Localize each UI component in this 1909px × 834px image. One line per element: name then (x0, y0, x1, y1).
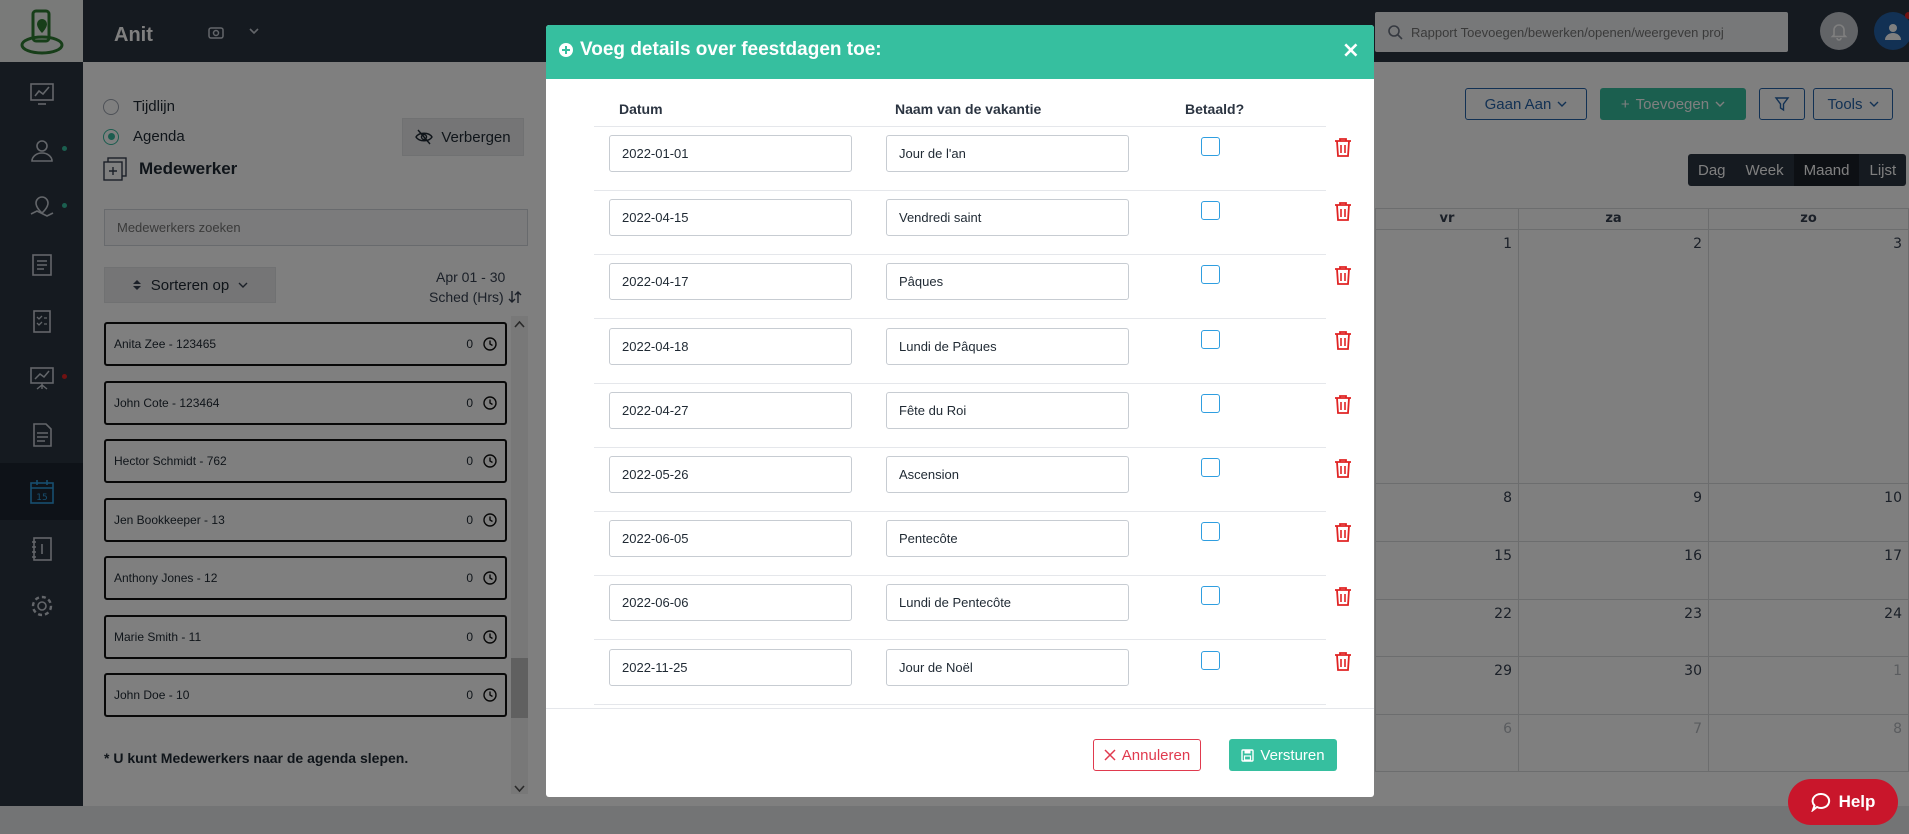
plus-circle-icon (559, 43, 573, 57)
footer-divider (546, 708, 1374, 709)
holiday-date-input[interactable] (609, 584, 852, 622)
holiday-row (594, 127, 1351, 191)
trash-icon[interactable] (1334, 330, 1352, 350)
submit-button[interactable]: Versturen (1229, 739, 1337, 771)
holiday-row (594, 641, 1351, 705)
trash-icon[interactable] (1334, 586, 1352, 607)
holiday-date-input[interactable] (609, 135, 852, 172)
holiday-modal: Voeg details over feestdagen toe: × Datu… (546, 25, 1374, 797)
holiday-row (594, 320, 1351, 384)
trash-icon[interactable] (1334, 201, 1352, 222)
modal-title: Voeg details over feestdagen toe: (558, 39, 882, 61)
trash-icon[interactable] (1334, 522, 1352, 543)
holiday-row (594, 384, 1351, 448)
column-header-date: Datum (619, 101, 663, 117)
holiday-name-input[interactable] (886, 327, 1129, 365)
help-button[interactable]: Help (1788, 779, 1898, 825)
holiday-name-input[interactable] (886, 135, 1129, 172)
chat-bubble-icon (1810, 792, 1830, 812)
holiday-row (594, 512, 1351, 577)
holiday-name-input[interactable] (886, 648, 1129, 686)
holiday-name-input[interactable] (886, 520, 1129, 558)
paid-checkbox[interactable] (1201, 265, 1220, 285)
trash-icon[interactable] (1334, 265, 1352, 286)
cancel-button[interactable]: Annuleren (1093, 739, 1201, 771)
cancel-label: Annuleren (1121, 746, 1191, 764)
trash-icon[interactable] (1334, 394, 1352, 414)
column-header-paid: Betaald? (1185, 101, 1245, 117)
modal-header: Voeg details over feestdagen toe: × (546, 25, 1374, 79)
holiday-row (594, 255, 1351, 320)
holiday-date-input[interactable] (609, 199, 852, 237)
holiday-row (594, 191, 1351, 256)
paid-checkbox[interactable] (1201, 522, 1220, 542)
holiday-name-input[interactable] (886, 263, 1129, 301)
paid-checkbox[interactable] (1201, 201, 1220, 221)
paid-checkbox[interactable] (1201, 137, 1220, 156)
close-icon (1104, 749, 1116, 761)
holiday-name-input[interactable] (886, 391, 1129, 429)
holiday-date-input[interactable] (609, 648, 852, 686)
holiday-date-input[interactable] (609, 520, 852, 558)
modal-title-text: Voeg details over feestdagen toe: (580, 39, 882, 60)
trash-icon[interactable] (1334, 458, 1352, 478)
paid-checkbox[interactable] (1201, 586, 1220, 606)
column-header-name: Naam van de vakantie (895, 101, 1042, 117)
paid-checkbox[interactable] (1201, 393, 1220, 413)
paid-checkbox[interactable] (1201, 329, 1220, 349)
holiday-date-input[interactable] (609, 263, 852, 301)
holiday-name-input[interactable] (886, 199, 1129, 237)
holiday-row (594, 448, 1351, 512)
holiday-name-input[interactable] (886, 456, 1129, 493)
trash-icon[interactable] (1334, 137, 1352, 157)
paid-checkbox[interactable] (1201, 458, 1220, 477)
holiday-date-input[interactable] (609, 327, 852, 365)
help-label: Help (1838, 792, 1876, 811)
holiday-date-input[interactable] (609, 456, 852, 493)
holiday-date-input[interactable] (609, 391, 852, 429)
paid-checkbox[interactable] (1201, 650, 1220, 670)
holiday-name-input[interactable] (886, 584, 1129, 622)
save-icon (1241, 748, 1255, 762)
trash-icon[interactable] (1334, 651, 1352, 671)
submit-label: Versturen (1260, 746, 1325, 764)
holiday-row (594, 576, 1351, 641)
close-icon[interactable]: × (1342, 39, 1360, 63)
